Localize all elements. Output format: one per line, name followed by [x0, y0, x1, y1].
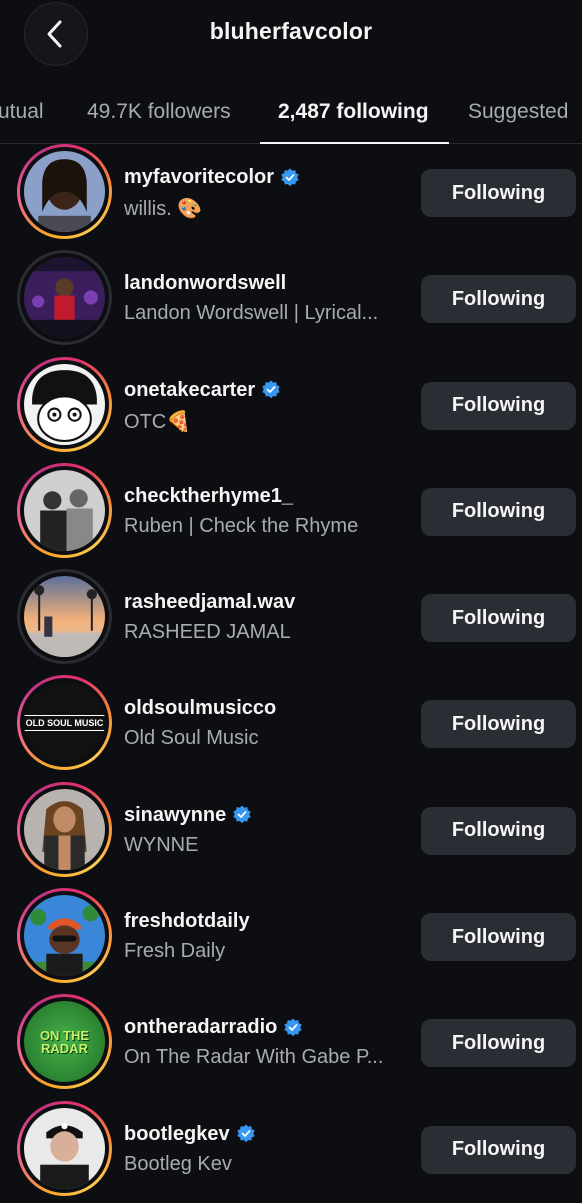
verified-badge-icon — [236, 1124, 255, 1143]
full-name: Fresh Daily — [124, 940, 226, 963]
verified-badge-icon — [262, 380, 280, 399]
avatar — [24, 363, 105, 445]
brand-wordmark: OLD SOUL MUSIC — [24, 714, 105, 731]
full-name: Landon Wordswell | Lyrical... — [124, 302, 379, 325]
username-link[interactable]: onetakecarter — [124, 379, 404, 402]
username-link[interactable]: ontheradarradio — [124, 1016, 404, 1039]
avatar — [24, 257, 105, 339]
username-text: myfavoritecolor — [124, 166, 275, 188]
username-text: freshdotdaily — [124, 910, 250, 933]
avatar — [24, 788, 105, 870]
username-link[interactable]: rasheedjamal.wav — [124, 591, 404, 614]
tab-followers[interactable]: 49.7K followers — [87, 100, 231, 124]
username-link[interactable]: freshdotdaily — [124, 910, 404, 933]
list-item[interactable]: landonwordswell Landon Wordswell | Lyric… — [0, 246, 582, 352]
full-name: On The Radar With Gabe P... — [124, 1046, 384, 1069]
avatar-story-ring[interactable] — [17, 356, 112, 452]
following-button[interactable]: Following — [421, 1019, 576, 1068]
full-name: WYNNE — [124, 833, 199, 856]
avatar — [24, 895, 105, 977]
username-text: checktherhyme1_ — [124, 484, 293, 507]
following-button[interactable]: Following — [421, 381, 576, 430]
top-bar: bluherfavcolor — [0, 0, 582, 70]
username-text: rasheedjamal.wav — [124, 591, 296, 614]
following-button[interactable]: Following — [421, 275, 576, 324]
avatar-story-ring[interactable] — [17, 144, 112, 239]
username-text: sinawynne — [124, 803, 227, 826]
avatar-story-ring[interactable]: ON THE RADAR — [17, 994, 112, 1090]
following-button[interactable]: Following — [421, 700, 576, 749]
full-name: RASHEED JAMAL — [124, 621, 291, 644]
tab-mutual[interactable]: utual — [0, 100, 44, 124]
username-text: landonwordswell — [124, 272, 287, 295]
list-item[interactable]: myfavoritecolor willis. 🎨 Following — [0, 140, 582, 246]
list-item[interactable]: rasheedjamal.wav RASHEED JAMAL Following — [0, 565, 582, 671]
avatar-story-ring[interactable] — [17, 1100, 112, 1196]
avatar-story-ring[interactable] — [17, 781, 112, 877]
following-list: myfavoritecolor willis. 🎨 Following land… — [0, 140, 582, 1203]
full-name: OTC🍕 — [124, 410, 192, 433]
avatar — [24, 576, 105, 658]
following-button[interactable]: Following — [421, 487, 576, 536]
avatar-story-ring[interactable] — [17, 250, 112, 346]
username-text: oldsoulmusicco — [124, 697, 277, 720]
verified-badge-icon — [284, 1018, 303, 1037]
list-item[interactable]: OLD SOUL MUSIC oldsoulmusicco Old Soul M… — [0, 671, 582, 777]
list-item[interactable]: ON THE RADAR ontheradarradio On The Radar… — [0, 990, 582, 1096]
tab-bar: utual 49.7K followers 2,487 following Su… — [0, 82, 582, 144]
following-button[interactable]: Following — [421, 1125, 576, 1174]
tab-suggested[interactable]: Suggested — [468, 100, 568, 124]
following-button[interactable]: Following — [421, 594, 576, 643]
username-link[interactable]: sinawynne — [124, 804, 404, 827]
page-title: bluherfavcolor — [209, 18, 373, 44]
avatar — [24, 151, 105, 232]
avatar-story-ring[interactable]: OLD SOUL MUSIC — [17, 675, 112, 771]
verified-badge-icon — [233, 805, 251, 824]
username-link[interactable]: checktherhyme1_ — [124, 485, 404, 508]
list-item[interactable]: bootlegkev Bootleg Kev Following — [0, 1097, 582, 1203]
username-link[interactable]: myfavoritecolor — [124, 166, 404, 189]
avatar: OLD SOUL MUSIC — [24, 682, 105, 764]
full-name: Old Soul Music — [124, 727, 259, 750]
username-link[interactable]: bootlegkev — [124, 1123, 404, 1146]
list-item[interactable]: freshdotdaily Fresh Daily Following — [0, 884, 582, 990]
avatar-story-ring[interactable] — [17, 462, 112, 558]
username-link[interactable]: landonwordswell — [124, 272, 404, 295]
tab-following[interactable]: 2,487 following — [278, 100, 429, 124]
username-text: bootlegkev — [124, 1122, 230, 1145]
username-text: ontheradarradio — [124, 1016, 278, 1039]
avatar-story-ring[interactable] — [17, 569, 112, 665]
avatar-story-ring[interactable] — [17, 888, 112, 984]
avatar — [24, 469, 105, 551]
following-button[interactable]: Following — [421, 913, 576, 962]
full-name: Ruben | Check the Rhyme — [124, 514, 359, 537]
following-button[interactable]: Following — [421, 806, 576, 855]
avatar — [24, 1107, 105, 1189]
username-link[interactable]: oldsoulmusicco — [124, 697, 404, 720]
full-name: willis. 🎨 — [124, 198, 203, 220]
brand-wordmark: ON THE RADAR — [39, 1027, 90, 1056]
list-item[interactable]: onetakecarter OTC🍕 Following — [0, 353, 582, 459]
list-item[interactable]: checktherhyme1_ Ruben | Check the Rhyme … — [0, 459, 582, 565]
avatar: ON THE RADAR — [24, 1001, 105, 1083]
following-button[interactable]: Following — [421, 169, 576, 217]
full-name: Bootleg Kev — [124, 1152, 232, 1175]
verified-badge-icon — [281, 168, 299, 186]
list-item[interactable]: sinawynne WYNNE Following — [0, 778, 582, 884]
username-text: onetakecarter — [124, 378, 256, 401]
